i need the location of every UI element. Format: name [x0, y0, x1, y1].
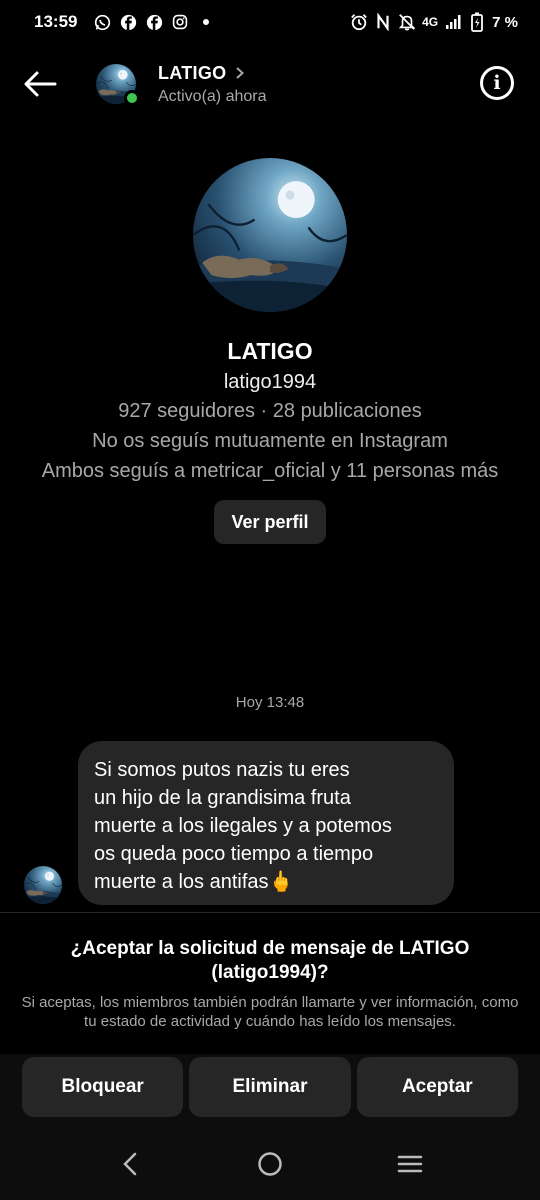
info-button[interactable]: i — [480, 66, 514, 100]
profile-name: LATIGO — [227, 338, 313, 364]
request-actions: Bloquear Eliminar Aceptar — [0, 1054, 540, 1128]
whatsapp-icon — [93, 13, 111, 31]
nfc-icon — [374, 13, 392, 31]
battery-icon — [468, 12, 486, 32]
profile-avatar — [193, 158, 347, 312]
mutual-follow-text: No os seguís mutuamente en Instagram — [92, 430, 448, 452]
dot-icon — [197, 13, 215, 31]
accept-button[interactable]: Aceptar — [356, 1057, 518, 1117]
nav-home-button[interactable] — [240, 1139, 300, 1189]
instagram-icon — [171, 13, 189, 31]
message-timestamp: Hoy 13:48 — [235, 694, 305, 711]
back-arrow-icon — [24, 71, 57, 97]
nav-back-button[interactable] — [100, 1139, 160, 1189]
facebook-icon — [119, 13, 137, 31]
profile-stats: 927 seguidores · 28 publicaciones — [118, 400, 422, 422]
back-button[interactable] — [10, 54, 70, 114]
alarm-icon — [350, 13, 368, 31]
signal-icon — [444, 13, 462, 31]
info-icon: i — [493, 72, 501, 94]
header-profile-link[interactable]: LATIGO Activo(a) ahora — [158, 63, 267, 106]
request-description: Si aceptas, los miembros también podrán … — [21, 994, 519, 1030]
view-profile-button[interactable]: Ver perfil — [214, 500, 326, 544]
profile-card: LATIGO latigo1994 927 seguidores · 28 pu… — [0, 158, 540, 544]
header-avatar[interactable] — [96, 64, 140, 106]
system-nav-bar — [0, 1128, 540, 1200]
mute-icon — [398, 13, 416, 31]
online-indicator — [124, 90, 140, 106]
nav-recents-button[interactable] — [380, 1139, 440, 1189]
header-status: Activo(a) ahora — [158, 87, 267, 105]
nav-recents-icon — [397, 1155, 423, 1173]
message-request-panel: ¿Aceptar la solicitud de mensaje de LATI… — [0, 912, 540, 1054]
header-name: LATIGO — [158, 62, 227, 83]
nav-back-icon — [123, 1152, 137, 1176]
battery-label: 7 % — [492, 13, 518, 31]
delete-button[interactable]: Eliminar — [189, 1057, 351, 1117]
message-bubble[interactable]: Si somos putos nazis tu eres un hijo de … — [78, 741, 454, 905]
followed-by-text: Ambos seguís a metricar_oficial y 11 per… — [41, 460, 499, 482]
profile-username: latigo1994 — [223, 371, 317, 393]
status-bar: 13:59 4G 7 % — [0, 0, 540, 44]
facebook-icon — [145, 13, 163, 31]
block-button[interactable]: Bloquear — [22, 1057, 184, 1117]
chevron-right-icon — [236, 67, 245, 79]
request-title: ¿Aceptar la solicitud de mensaje de LATI… — [70, 938, 470, 983]
message-avatar[interactable] — [24, 866, 62, 904]
nav-home-icon — [258, 1152, 282, 1176]
network-label: 4G — [422, 15, 439, 29]
status-time: 13:59 — [34, 12, 78, 31]
chat-header: LATIGO Activo(a) ahora i — [0, 52, 540, 116]
